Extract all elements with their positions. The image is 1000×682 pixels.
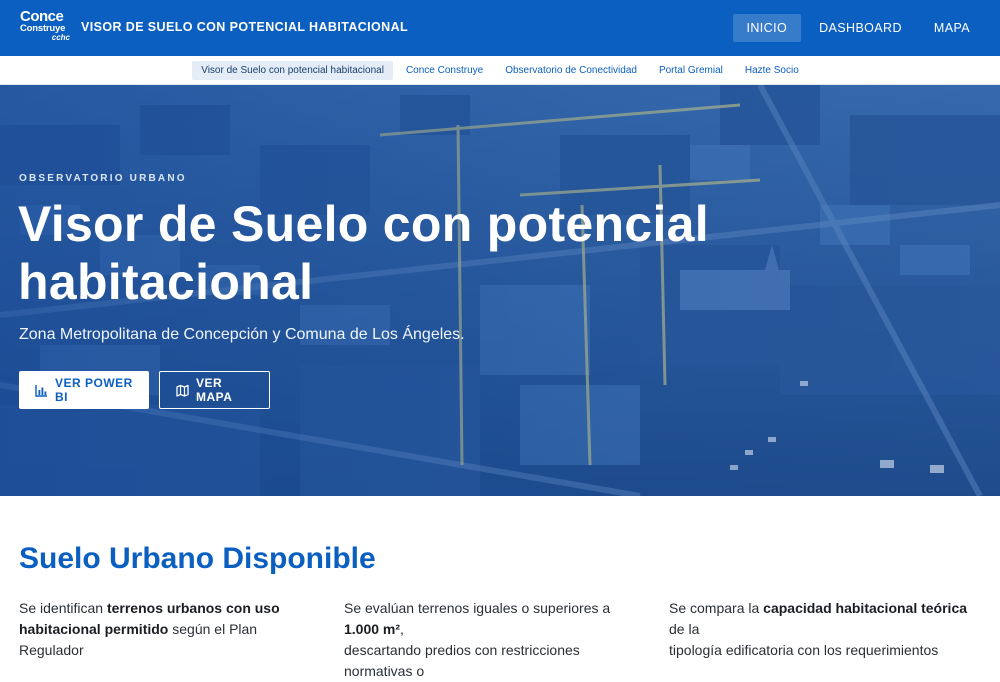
ver-power-bi-label: VER POWER BI (55, 376, 133, 404)
col3-line2: tipología edificatoria con los requerimi… (669, 642, 939, 658)
col1-line2-bold: habitacional permitido (19, 621, 169, 637)
info-column-2: Se evalúan terrenos iguales o superiores… (344, 598, 644, 682)
ver-mapa-button[interactable]: VER MAPA (159, 371, 270, 409)
logo-line1: Conce (20, 8, 64, 25)
subnav-hazte-socio[interactable]: Hazte Socio (736, 61, 808, 80)
subnav-portal-gremial[interactable]: Portal Gremial (650, 61, 732, 80)
app-title: VISOR DE SUELO CON POTENCIAL HABITACIONA… (81, 20, 409, 34)
section-title: Suelo Urbano Disponible (19, 542, 376, 575)
nav-mapa[interactable]: MAPA (920, 14, 984, 42)
ver-mapa-label: VER MAPA (196, 376, 233, 404)
hero-banner: OBSERVATORIO URBANO Visor de Suelo con p… (0, 85, 1000, 496)
info-column-3: Se compara la capacidad habitacional teó… (669, 598, 969, 661)
col2-line2: descartando predios con restricciones no… (344, 642, 580, 679)
sub-nav: Visor de Suelo con potencial habitaciona… (0, 56, 1000, 85)
conce-construye-logo[interactable]: Conce Construye cchc (20, 8, 72, 46)
subnav-visor[interactable]: Visor de Suelo con potencial habitaciona… (192, 60, 393, 80)
col1-text: Se identifican (19, 600, 107, 616)
bar-chart-icon (35, 384, 47, 397)
col1-bold: terrenos urbanos con uso (106, 600, 280, 616)
nav-dashboard[interactable]: DASHBOARD (805, 14, 916, 42)
hero-title: Visor de Suelo con potencial habitaciona… (18, 196, 709, 310)
col2-text: Se evalúan terrenos iguales o superiores… (344, 600, 611, 616)
col3-text: Se compara la (669, 600, 764, 616)
col2-post: , (400, 621, 404, 637)
hero-eyebrow: OBSERVATORIO URBANO (19, 173, 187, 184)
col3-post: de la (669, 621, 700, 637)
map-icon (176, 384, 189, 397)
nav-inicio[interactable]: INICIO (732, 14, 802, 42)
logo-line3: cchc (51, 33, 70, 42)
subnav-conce-construye[interactable]: Conce Construye (397, 61, 492, 80)
subnav-observatorio[interactable]: Observatorio de Conectividad (496, 61, 646, 80)
top-bar: Conce Construye cchc VISOR DE SUELO CON … (0, 0, 1000, 56)
hero-subtitle: Zona Metropolitana de Concepción y Comun… (19, 326, 465, 343)
ver-power-bi-button[interactable]: VER POWER BI (19, 371, 149, 409)
info-column-1: Se identifican terrenos urbanos con uso … (19, 598, 319, 661)
col3-bold: capacidad habitacional teórica (763, 600, 968, 616)
col2-bold: 1.000 m² (344, 621, 401, 637)
main-nav: INICIO DASHBOARD MAPA (732, 14, 985, 42)
